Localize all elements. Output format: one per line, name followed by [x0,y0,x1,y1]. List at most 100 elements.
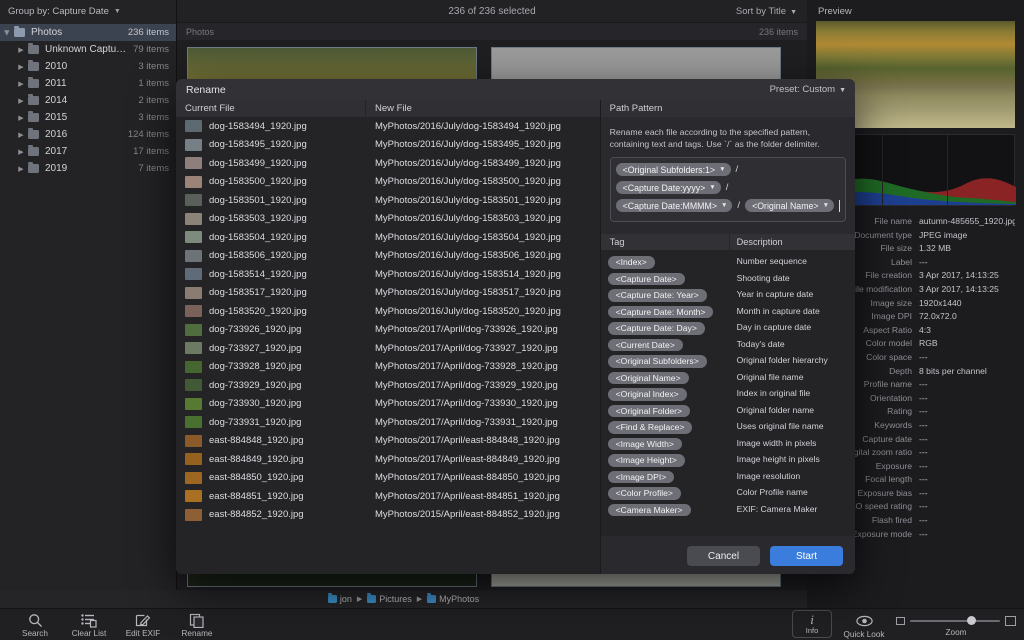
file-row[interactable]: east-884850_1920.jpgMyPhotos/2017/April/… [176,469,600,488]
tag-row[interactable]: <Capture Date: Month>Month in capture da… [601,303,855,320]
file-row[interactable]: dog-733926_1920.jpgMyPhotos/2017/April/d… [176,321,600,340]
chevron-right-icon[interactable]: ▶ [14,46,28,54]
file-row[interactable]: dog-1583514_1920.jpgMyPhotos/2016/July/d… [176,265,600,284]
pattern-token[interactable]: <Capture Date:MMMM>▼ [616,199,733,212]
tag-row[interactable]: <Original Subfolders>Original folder hie… [601,352,855,369]
tag-pill[interactable]: <Camera Maker> [608,504,691,517]
chevron-right-icon[interactable]: ▶ [14,114,28,122]
chevron-right-icon[interactable]: ▶ [14,165,28,173]
file-row[interactable]: dog-733929_1920.jpgMyPhotos/2017/April/d… [176,376,600,395]
info-button[interactable]: i Info [792,610,832,638]
chevron-right-icon[interactable]: ▶ [14,97,28,105]
tag-row[interactable]: <Index>Number sequence [601,253,855,270]
tree-item-2016[interactable]: ▶2016124 items [0,126,176,143]
file-row[interactable]: dog-1583504_1920.jpgMyPhotos/2016/July/d… [176,228,600,247]
tag-row[interactable]: <Original Index>Index in original file [601,385,855,402]
column-new-file[interactable]: New File [366,100,600,117]
tag-row[interactable]: <Capture Date>Shooting date [601,270,855,287]
tree-item-photos[interactable]: ▶Photos236 items [0,24,176,41]
tree-item-2015[interactable]: ▶20153 items [0,109,176,126]
toolbar-search-button[interactable]: Search [8,609,62,638]
tag-pill[interactable]: <Image DPI> [608,471,675,484]
pattern-editor[interactable]: <Original Subfolders:1>▼/<Capture Date:y… [610,157,846,222]
file-row[interactable]: east-884848_1920.jpgMyPhotos/2017/April/… [176,432,600,451]
file-row[interactable]: dog-1583494_1920.jpgMyPhotos/2016/July/d… [176,117,600,136]
tree-item-unknown-capture[interactable]: ▶Unknown Capture...79 items [0,41,176,58]
tag-row[interactable]: <Current Date>Today's date [601,336,855,353]
tree-item-2017[interactable]: ▶201717 items [0,143,176,160]
tag-pill[interactable]: <Capture Date: Year> [608,289,707,302]
file-row[interactable]: dog-1583517_1920.jpgMyPhotos/2016/July/d… [176,284,600,303]
file-row[interactable]: dog-1583495_1920.jpgMyPhotos/2016/July/d… [176,136,600,155]
tree-item-2014[interactable]: ▶20142 items [0,92,176,109]
toolbar-edit-exif-button[interactable]: Edit EXIF [116,609,170,638]
tag-pill[interactable]: <Find & Replace> [608,421,693,434]
start-button[interactable]: Start [770,546,843,566]
file-row[interactable]: east-884852_1920.jpgMyPhotos/2015/April/… [176,506,600,525]
tag-pill[interactable]: <Image Height> [608,454,685,467]
tag-row[interactable]: <Image Height>Image height in pixels [601,451,855,468]
chevron-down-icon[interactable]: ▶ [3,26,11,40]
pattern-token[interactable]: <Original Subfolders:1>▼ [616,163,731,176]
file-list[interactable]: dog-1583494_1920.jpgMyPhotos/2016/July/d… [176,117,600,574]
sort-by-control[interactable]: Sort by Title▼ [736,6,797,17]
tag-list[interactable]: <Index>Number sequence<Capture Date>Shoo… [601,250,855,536]
toolbar-rename-button[interactable]: Rename [170,609,224,638]
tree-item-2011[interactable]: ▶20111 items [0,75,176,92]
file-row[interactable]: east-884851_1920.jpgMyPhotos/2017/April/… [176,487,600,506]
file-row[interactable]: dog-1583503_1920.jpgMyPhotos/2016/July/d… [176,210,600,229]
tag-row[interactable]: <Original Name>Original file name [601,369,855,386]
chevron-down-icon[interactable]: ▼ [709,184,715,191]
column-current-file[interactable]: Current File [176,100,366,117]
tag-row[interactable]: <Original Folder>Original folder name [601,402,855,419]
chevron-down-icon[interactable]: ▼ [721,202,727,209]
file-row[interactable]: dog-733930_1920.jpgMyPhotos/2017/April/d… [176,395,600,414]
tag-pill[interactable]: <Color Profile> [608,487,681,500]
cancel-button[interactable]: Cancel [687,546,760,566]
tag-pill[interactable]: <Index> [608,256,655,269]
zoom-slider[interactable] [910,620,1000,622]
chevron-right-icon[interactable]: ▶ [14,63,28,71]
breadcrumb-item[interactable]: MyPhotos [427,594,479,604]
tag-pill[interactable]: <Image Width> [608,438,682,451]
file-row[interactable]: dog-1583501_1920.jpgMyPhotos/2016/July/d… [176,191,600,210]
tag-pill[interactable]: <Current Date> [608,339,683,352]
chevron-down-icon[interactable]: ▼ [719,166,725,173]
tag-pill[interactable]: <Capture Date: Month> [608,306,714,319]
tag-row[interactable]: <Color Profile>Color Profile name [601,484,855,501]
tag-row[interactable]: <Find & Replace>Uses original file name [601,418,855,435]
toolbar-clear-list-button[interactable]: Clear List [62,609,116,638]
zoom-slider-knob[interactable] [967,616,976,625]
tag-pill[interactable]: <Original Folder> [608,405,690,418]
tag-row[interactable]: <Camera Maker>EXIF: Camera Maker [601,501,855,518]
file-row[interactable]: dog-1583506_1920.jpgMyPhotos/2016/July/d… [176,247,600,266]
tag-pill[interactable]: <Capture Date> [608,273,685,286]
tag-row[interactable]: <Capture Date: Year>Year in capture date [601,286,855,303]
tree-item-2019[interactable]: ▶20197 items [0,160,176,177]
file-row[interactable]: dog-733928_1920.jpgMyPhotos/2017/April/d… [176,358,600,377]
chevron-down-icon[interactable]: ▼ [823,202,829,209]
preset-dropdown[interactable]: Preset: Custom▼ [770,84,846,95]
chevron-right-icon[interactable]: ▶ [14,131,28,139]
tag-pill[interactable]: <Capture Date: Day> [608,322,705,335]
tag-row[interactable]: <Image DPI>Image resolution [601,468,855,485]
file-row[interactable]: dog-1583500_1920.jpgMyPhotos/2016/July/d… [176,173,600,192]
chevron-right-icon[interactable]: ▶ [14,80,28,88]
tag-pill[interactable]: <Original Name> [608,372,689,385]
file-row[interactable]: east-884849_1920.jpgMyPhotos/2017/April/… [176,450,600,469]
file-row[interactable]: dog-1583499_1920.jpgMyPhotos/2016/July/d… [176,154,600,173]
group-by-control[interactable]: Group by: Capture Date ▼ [0,0,176,22]
file-row[interactable]: dog-733927_1920.jpgMyPhotos/2017/April/d… [176,339,600,358]
breadcrumb-item[interactable]: Pictures [367,594,412,604]
tag-pill[interactable]: <Original Subfolders> [608,355,707,368]
file-row[interactable]: dog-1583520_1920.jpgMyPhotos/2016/July/d… [176,302,600,321]
tag-pill[interactable]: <Original Index> [608,388,687,401]
tree-item-2010[interactable]: ▶20103 items [0,58,176,75]
pattern-token[interactable]: <Original Name>▼ [745,199,834,212]
file-row[interactable]: dog-733931_1920.jpgMyPhotos/2017/April/d… [176,413,600,432]
tag-row[interactable]: <Capture Date: Day>Day in capture date [601,319,855,336]
pattern-token[interactable]: <Capture Date:yyyy>▼ [616,181,721,194]
breadcrumb-item[interactable]: jon [328,594,352,604]
chevron-right-icon[interactable]: ▶ [14,148,28,156]
tag-row[interactable]: <Image Width>Image width in pixels [601,435,855,452]
